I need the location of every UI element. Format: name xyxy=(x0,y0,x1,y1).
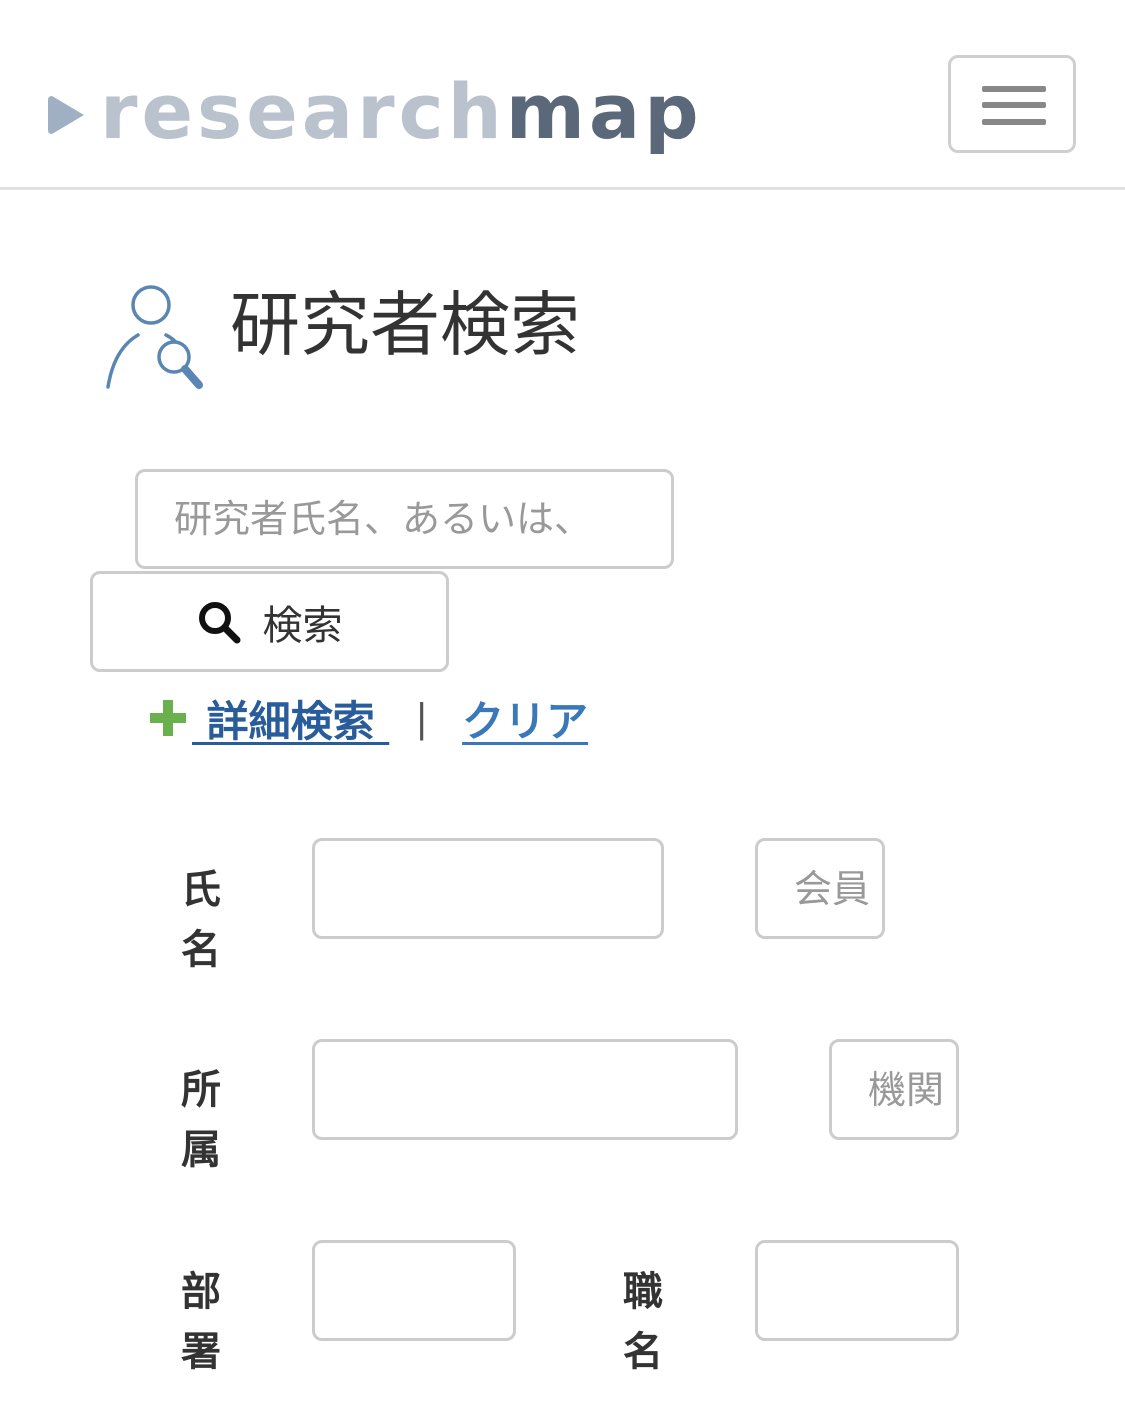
affiliation-label: 所属 xyxy=(181,1067,221,1173)
logo[interactable]: researchmap xyxy=(46,67,703,160)
position-input[interactable] xyxy=(755,1240,959,1341)
advanced-search-link[interactable]: 詳細検索 xyxy=(192,688,389,749)
department-input[interactable] xyxy=(312,1240,516,1341)
clear-link[interactable]: クリア xyxy=(462,688,588,749)
page-title: 研究者検索 xyxy=(230,284,580,366)
member-id-input[interactable] xyxy=(755,838,885,939)
logo-text-map: map xyxy=(505,67,703,156)
menu-button[interactable] xyxy=(948,55,1076,153)
logo-text-research: research xyxy=(100,67,506,156)
institution-input[interactable] xyxy=(829,1039,959,1140)
department-label: 部署 xyxy=(181,1269,221,1375)
name-label: 氏名 xyxy=(181,867,221,973)
logo-text: researchmap xyxy=(100,67,703,157)
search-icon xyxy=(198,601,240,643)
name-input[interactable] xyxy=(312,838,664,939)
link-separator: | xyxy=(415,696,429,740)
search-button-label: 検索 xyxy=(262,602,343,649)
position-label: 職名 xyxy=(623,1269,663,1375)
researcher-search-icon xyxy=(106,285,203,389)
quick-search-input[interactable] xyxy=(135,469,674,569)
search-links: 詳細検索 | クリア xyxy=(148,690,588,746)
search-button[interactable]: 検索 xyxy=(90,571,449,672)
page: researchmap 研究者検索 検索 詳細検索 xyxy=(0,0,1125,1410)
affiliation-input[interactable] xyxy=(312,1039,738,1140)
play-triangle-icon xyxy=(48,96,84,134)
plus-icon xyxy=(150,700,186,736)
header: researchmap xyxy=(0,0,1125,190)
